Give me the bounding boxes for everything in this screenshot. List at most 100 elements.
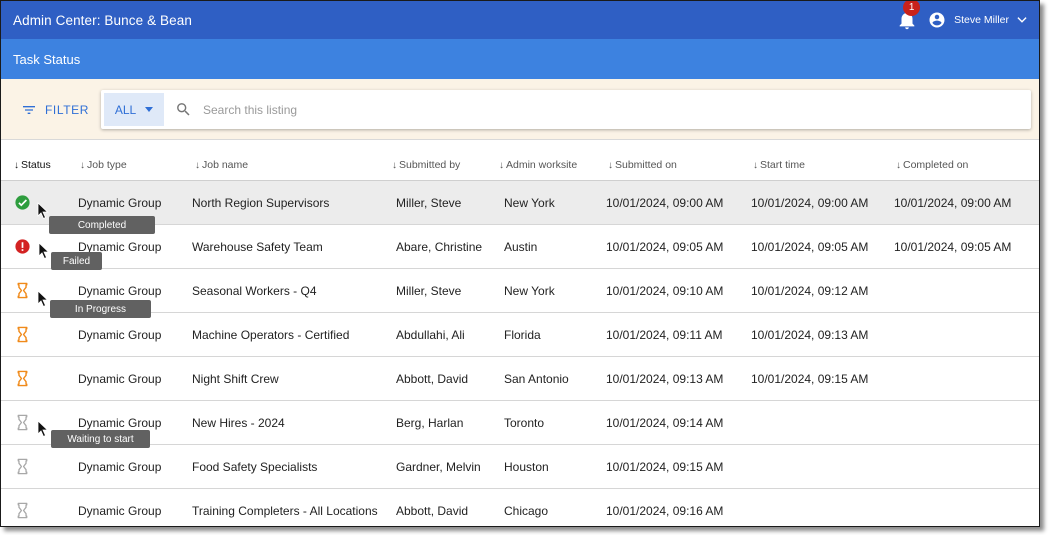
cell-worksite: New York xyxy=(504,284,555,298)
column-header-worksite[interactable]: ↓ Admin worksite xyxy=(499,159,577,171)
search-box: ALL xyxy=(101,90,1031,129)
hourglass-empty-icon[interactable] xyxy=(14,414,31,431)
cell-completed-on: 10/01/2024, 09:05 AM xyxy=(894,240,1012,254)
cell-submitted-by: Gardner, Melvin xyxy=(396,460,481,474)
table-row[interactable]: Dynamic Group Training Completers - All L… xyxy=(1,489,1039,526)
column-header-submitted-on[interactable]: ↓ Submitted on xyxy=(608,159,677,171)
cell-start-time: 10/01/2024, 09:00 AM xyxy=(751,196,869,210)
filter-button[interactable]: FILTER xyxy=(21,102,89,118)
app-bar: Admin Center: Bunce & Bean 1 Steve Mille… xyxy=(1,1,1039,39)
chevron-down-icon xyxy=(1017,17,1027,23)
filter-button-label: FILTER xyxy=(45,103,90,117)
app-bar-actions: 1 Steve Miller xyxy=(896,1,1029,31)
cell-job-type: Dynamic Group xyxy=(78,504,162,518)
mouse-cursor-icon xyxy=(37,420,49,438)
cell-submitted-on: 10/01/2024, 09:10 AM xyxy=(606,284,724,298)
cell-start-time: 10/01/2024, 09:12 AM xyxy=(751,284,869,298)
cell-job-name: New Hires - 2024 xyxy=(192,416,285,430)
mouse-cursor-icon xyxy=(37,290,49,308)
cell-job-type: Dynamic Group xyxy=(78,196,162,210)
cell-job-name: Machine Operators - Certified xyxy=(192,328,350,342)
cell-job-type: Dynamic Group xyxy=(78,328,162,342)
column-header-job-name[interactable]: ↓ Job name xyxy=(195,159,248,171)
cell-completed-on: 10/01/2024, 09:00 AM xyxy=(894,196,1012,210)
cell-submitted-on: 10/01/2024, 09:05 AM xyxy=(606,240,724,254)
page-title: Task Status xyxy=(13,51,81,67)
cell-submitted-by: Abbott, David xyxy=(396,504,469,518)
cell-worksite: Austin xyxy=(504,240,538,254)
cell-submitted-on: 10/01/2024, 09:14 AM xyxy=(606,416,724,430)
cell-submitted-on: 10/01/2024, 09:13 AM xyxy=(606,372,724,386)
column-header-start-time[interactable]: ↓ Start time xyxy=(753,159,805,171)
cell-submitted-by: Abare, Christine xyxy=(396,240,483,254)
table-header: ↓ Status ↓ Job type ↓ Job name ↓ Submitted b… xyxy=(1,140,1039,181)
error-icon[interactable] xyxy=(14,238,31,255)
scope-select-value: ALL xyxy=(114,102,137,117)
filter-bar: FILTER ALL xyxy=(1,79,1039,140)
caret-down-icon xyxy=(145,107,154,112)
hourglass-icon[interactable] xyxy=(14,326,31,343)
cell-job-type: Dynamic Group xyxy=(78,460,162,474)
column-header-submitted-by[interactable]: ↓ Submitted by xyxy=(392,159,460,171)
notifications-button[interactable]: 1 xyxy=(896,1,921,31)
mouse-cursor-icon xyxy=(37,202,49,220)
cell-submitted-on: 10/01/2024, 09:16 AM xyxy=(606,504,724,518)
cell-submitted-by: Berg, Harlan xyxy=(396,416,464,430)
hourglass-empty-icon[interactable] xyxy=(14,502,31,519)
cell-job-name: Seasonal Workers - Q4 xyxy=(192,284,317,298)
cell-worksite: New York xyxy=(504,196,555,210)
user-menu[interactable]: Steve Miller xyxy=(928,11,1029,29)
cell-job-name: Night Shift Crew xyxy=(192,372,279,386)
search-input[interactable] xyxy=(203,102,803,117)
cell-worksite: San Antonio xyxy=(504,372,569,386)
cell-worksite: Chicago xyxy=(504,504,549,518)
table-row[interactable]: Dynamic Group Seasonal Workers - Q4 Miller… xyxy=(1,269,1039,313)
cell-job-type: Dynamic Group xyxy=(78,372,162,386)
app-title: Admin Center: Bunce & Bean xyxy=(13,12,192,28)
cell-job-name: North Region Supervisors xyxy=(192,196,330,210)
table-row[interactable]: Dynamic Group Night Shift Crew Abbott, Dav… xyxy=(1,357,1039,401)
tooltip-failed: Failed xyxy=(51,252,102,270)
cell-worksite: Toronto xyxy=(504,416,545,430)
hourglass-icon[interactable] xyxy=(14,370,31,387)
cell-start-time: 10/01/2024, 09:15 AM xyxy=(751,372,869,386)
cell-job-name: Food Safety Specialists xyxy=(192,460,318,474)
table-row[interactable]: Dynamic Group Machine Operators - Certifi… xyxy=(1,313,1039,357)
table-row[interactable]: Dynamic Group North Region Supervisors Mil… xyxy=(1,181,1039,225)
cell-submitted-on: 10/01/2024, 09:11 AM xyxy=(606,328,723,342)
tooltip-waiting: Waiting to start xyxy=(51,430,150,448)
search-icon xyxy=(177,103,190,116)
cell-submitted-on: 10/01/2024, 09:00 AM xyxy=(606,196,724,210)
cell-submitted-on: 10/01/2024, 09:15 AM xyxy=(606,460,724,474)
tooltip-in-progress: In Progress xyxy=(50,300,151,318)
hourglass-icon[interactable] xyxy=(14,282,31,299)
cell-job-type: Dynamic Group xyxy=(78,416,162,430)
cell-job-name: Warehouse Safety Team xyxy=(192,240,323,254)
table-row[interactable]: Dynamic Group Food Safety Specialists Gard… xyxy=(1,445,1039,489)
cell-worksite: Florida xyxy=(504,328,541,342)
user-name: Steve Miller xyxy=(954,14,1009,26)
cell-job-type: Dynamic Group xyxy=(78,284,162,298)
cell-job-name: Training Completers - All Locations xyxy=(192,504,378,518)
page-header: Task Status xyxy=(1,39,1039,79)
cell-start-time: 10/01/2024, 09:13 AM xyxy=(751,328,869,342)
column-header-completed-on[interactable]: ↓ Completed on xyxy=(896,159,968,171)
check-circle-icon[interactable] xyxy=(14,194,31,211)
account-circle-icon xyxy=(929,12,945,28)
filter-list-icon xyxy=(23,106,35,114)
cell-worksite: Houston xyxy=(504,460,549,474)
mouse-cursor-icon xyxy=(38,242,50,260)
table-row[interactable]: Dynamic Group New Hires - 2024 Berg, Harla… xyxy=(1,401,1039,445)
cell-start-time: 10/01/2024, 09:05 AM xyxy=(751,240,869,254)
cell-submitted-by: Miller, Steve xyxy=(396,196,462,210)
cell-submitted-by: Miller, Steve xyxy=(396,284,462,298)
column-header-job-type[interactable]: ↓ Job type xyxy=(80,159,127,171)
cell-submitted-by: Abbott, David xyxy=(396,372,469,386)
tooltip-completed: Completed xyxy=(49,216,155,234)
column-header-status[interactable]: ↓ Status xyxy=(14,159,51,171)
table-row[interactable]: Dynamic Group Warehouse Safety Team Abare,… xyxy=(1,225,1039,269)
app-window: Admin Center: Bunce & Bean 1 Steve Mille… xyxy=(0,0,1040,527)
cell-submitted-by: Abdullahi, Ali xyxy=(396,328,465,342)
scope-select[interactable]: ALL xyxy=(104,93,164,126)
hourglass-empty-icon[interactable] xyxy=(14,458,31,475)
